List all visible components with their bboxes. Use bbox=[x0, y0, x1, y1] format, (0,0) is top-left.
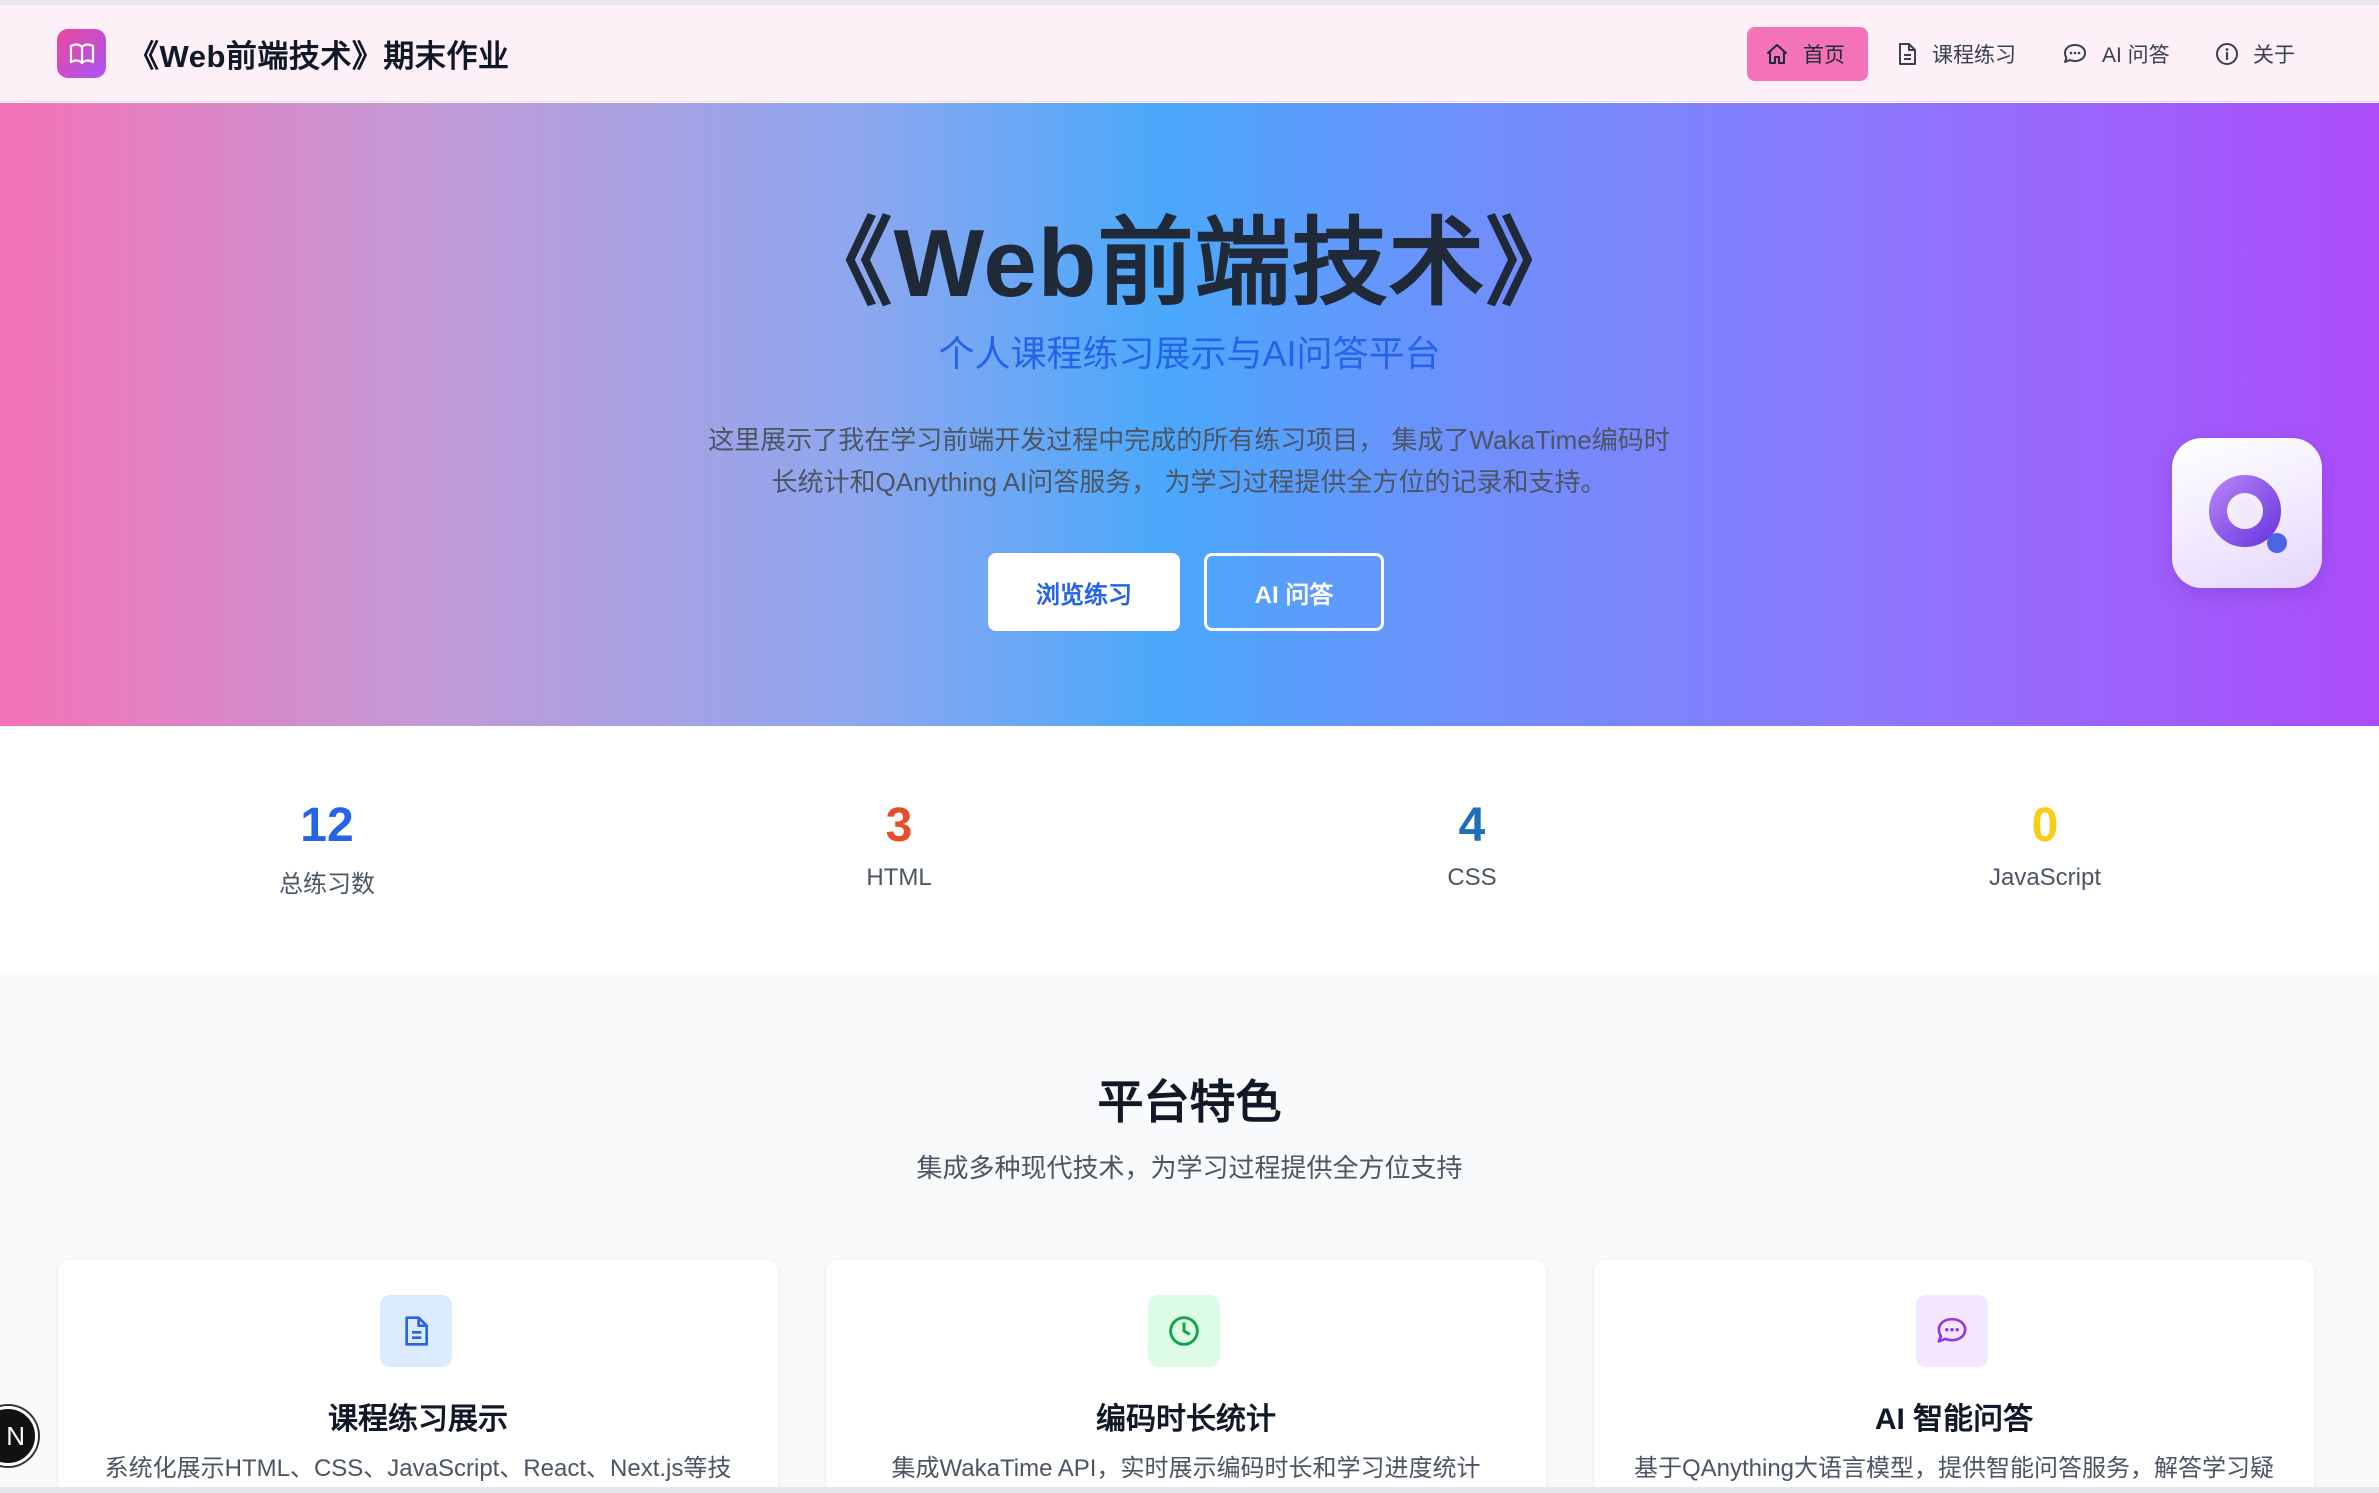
feature-card-title: AI 智能问答 bbox=[1874, 1403, 2034, 1436]
hero-description: 这里展示了我在学习前端开发过程中完成的所有练习项目， 集成了WakaTime编码… bbox=[664, 419, 1714, 503]
nav-home[interactable]: 首页 bbox=[1747, 27, 1868, 81]
stat-html: 3 HTML bbox=[749, 796, 1049, 892]
stat-javascript: 0 JavaScript bbox=[1895, 796, 2195, 892]
brand-title: 《Web前端技术》期末作业 bbox=[128, 39, 510, 74]
site-header: 《Web前端技术》期末作业 首页 课程练习 AI 问答 关于 bbox=[0, 5, 2379, 102]
document-icon bbox=[380, 1295, 452, 1367]
book-icon bbox=[57, 29, 106, 78]
nav-exercises-label: 课程练习 bbox=[1932, 44, 2016, 67]
brand[interactable]: 《Web前端技术》期末作业 bbox=[57, 29, 509, 78]
hero-description-line: 这里展示了我在学习前端开发过程中完成的所有练习项目， 集成了WakaTime编码… bbox=[708, 425, 1670, 455]
window-bottom-edge bbox=[0, 1487, 2379, 1493]
feature-card-ai[interactable]: AI 智能问答 基于QAnything大语言模型，提供智能问答服务，解答学习疑 bbox=[1594, 1260, 2314, 1493]
stat-label: JavaScript bbox=[1988, 864, 2102, 891]
feature-card-wakatime[interactable]: 编码时长统计 集成WakaTime API，实时展示编码时长和学习进度统计 bbox=[826, 1260, 1546, 1493]
chat-icon bbox=[1916, 1295, 1988, 1367]
nav-ai-qa[interactable]: AI 问答 bbox=[2044, 27, 2188, 81]
stat-total: 12 总练习数 bbox=[177, 796, 477, 899]
features-section: 平台特色 集成多种现代技术，为学习过程提供全方位支持 课程练习展示 系统化展示H… bbox=[0, 972, 2379, 1493]
stats-section: 12 总练习数 3 HTML 4 CSS 0 JavaScript bbox=[0, 726, 2379, 972]
browse-exercises-button[interactable]: 浏览练习 bbox=[988, 553, 1180, 631]
qanything-app-icon[interactable] bbox=[2172, 438, 2322, 588]
hero-title: 《Web前端技术》 bbox=[796, 210, 1583, 317]
stat-value: 3 bbox=[885, 799, 913, 852]
feature-card-title: 课程练习展示 bbox=[328, 1403, 508, 1436]
feature-card-text: 系统化展示HTML、CSS、JavaScript、React、Next.js等技 bbox=[104, 1455, 732, 1482]
hero-description-line: 长统计和QAnything AI问答服务， 为学习过程提供全方位的记录和支持。 bbox=[771, 467, 1607, 497]
features-subtitle: 集成多种现代技术，为学习过程提供全方位支持 bbox=[916, 1153, 1463, 1183]
nav-ai-qa-label: AI 问答 bbox=[2102, 44, 2170, 67]
feature-card-exercises[interactable]: 课程练习展示 系统化展示HTML、CSS、JavaScript、React、Ne… bbox=[58, 1260, 778, 1493]
document-icon bbox=[1899, 43, 1916, 65]
nav-about[interactable]: 关于 bbox=[2197, 27, 2313, 81]
stat-label: 总练习数 bbox=[279, 871, 375, 898]
clock-icon bbox=[1148, 1295, 1220, 1367]
hero-section: 《Web前端技术》 个人课程练习展示与AI问答平台 这里展示了我在学习前端开发过… bbox=[0, 103, 2379, 726]
home-icon bbox=[1767, 44, 1787, 64]
feature-card-text: 集成WakaTime API，实时展示编码时长和学习进度统计 bbox=[891, 1455, 1481, 1482]
feature-card-title: 编码时长统计 bbox=[1096, 1403, 1276, 1436]
feature-card-text: 基于QAnything大语言模型，提供智能问答服务，解答学习疑 bbox=[1633, 1455, 2275, 1482]
stat-label: HTML bbox=[866, 864, 932, 891]
stat-css: 4 CSS bbox=[1322, 796, 1622, 892]
nav-exercises[interactable]: 课程练习 bbox=[1878, 27, 2034, 81]
features-title: 平台特色 bbox=[1097, 1076, 1282, 1128]
info-icon bbox=[2216, 43, 2238, 65]
hero-subtitle: 个人课程练习展示与AI问答平台 bbox=[938, 333, 1441, 374]
stat-value: 0 bbox=[2031, 799, 2059, 852]
chat-icon bbox=[2064, 44, 2086, 63]
stat-value: 4 bbox=[1458, 799, 1486, 852]
nav-home-label: 首页 bbox=[1803, 44, 1845, 67]
nav-about-label: 关于 bbox=[2253, 44, 2295, 67]
ai-qa-button[interactable]: AI 问答 bbox=[1204, 553, 1384, 631]
stat-value: 12 bbox=[300, 799, 354, 852]
stat-label: CSS bbox=[1447, 864, 1497, 891]
